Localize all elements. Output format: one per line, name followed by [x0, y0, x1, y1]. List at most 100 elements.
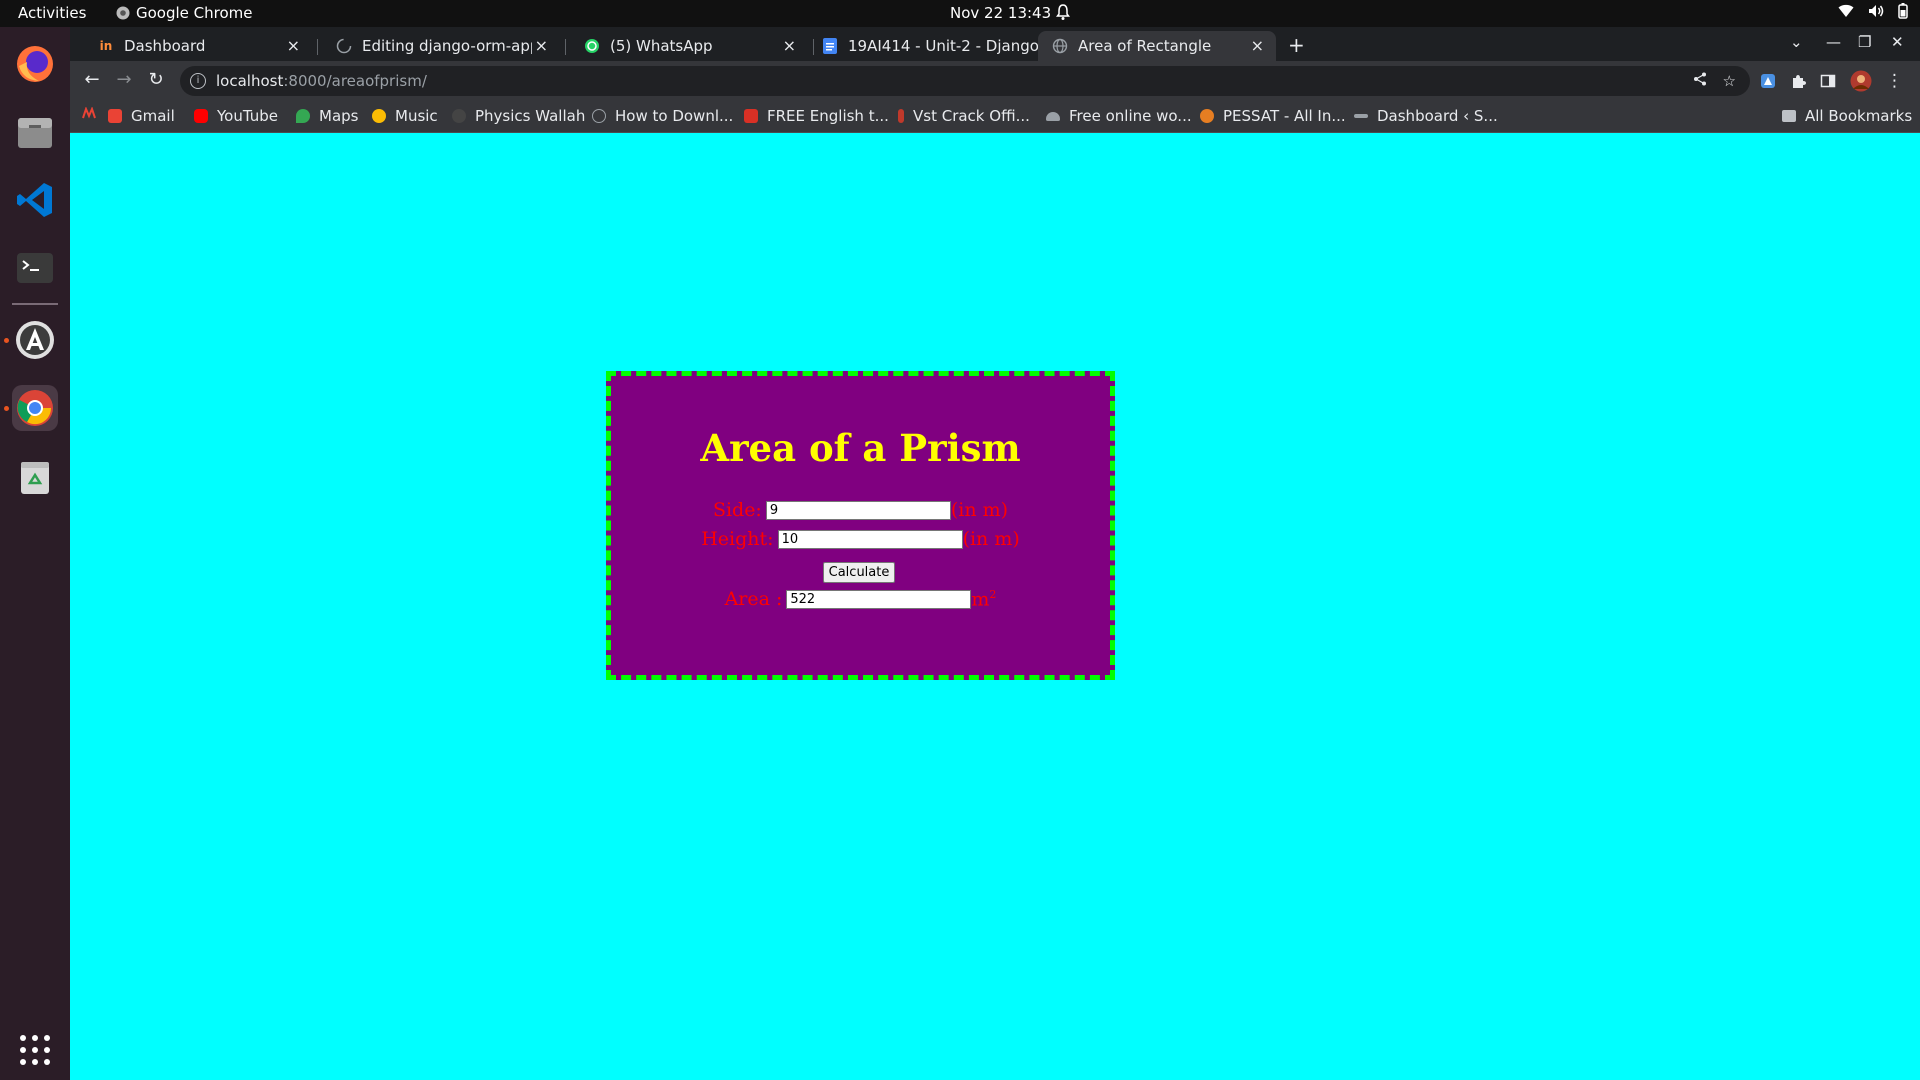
prism-calculator-card: Area of a Prism Side: (in m) Height: (in… [606, 371, 1115, 680]
tab-strip: in Dashboard × Editing django-orm-app/ ×… [70, 27, 1920, 61]
back-icon[interactable]: ← [80, 69, 104, 90]
system-tray[interactable] [1838, 3, 1908, 19]
close-tab-icon[interactable]: × [1251, 36, 1264, 55]
tab-github[interactable]: Editing django-orm-app/ × [322, 31, 560, 61]
activities-button[interactable]: Activities [18, 4, 86, 22]
tab-separator [317, 39, 318, 55]
bookmark-maps[interactable]: Maps [296, 107, 358, 125]
side-input[interactable] [765, 500, 951, 520]
bookmark-how-to-download[interactable]: How to Downl... [592, 107, 733, 125]
extensions-area: ⋮ [1760, 70, 1903, 92]
height-row: Height: (in m) [611, 528, 1110, 550]
files-icon[interactable] [12, 109, 58, 155]
music-icon [372, 109, 386, 123]
reload-icon[interactable]: ↻ [144, 69, 168, 90]
free-english-icon [744, 109, 758, 123]
tab-whatsapp[interactable]: (5) WhatsApp × [570, 31, 808, 61]
site-info-icon[interactable]: i [190, 73, 206, 89]
dashboard-favicon-icon: in [99, 39, 113, 53]
trash-icon[interactable] [12, 453, 58, 499]
calculate-button[interactable]: Calculate [823, 562, 895, 583]
bookmark-label: Dashboard ‹ S... [1377, 107, 1498, 125]
bookmark-apps-icon[interactable] [82, 107, 96, 119]
bookmark-label: Gmail [131, 107, 175, 125]
area-output[interactable] [786, 589, 972, 609]
new-tab-icon[interactable]: + [1288, 33, 1305, 57]
share-icon[interactable] [1693, 72, 1707, 90]
page-title: Area of a Prism [700, 426, 1021, 470]
notification-bell-icon[interactable] [1056, 3, 1070, 25]
bookmark-physics-wallah[interactable]: Physics Wallah [452, 107, 585, 125]
globe-icon [592, 109, 606, 123]
bookmark-gmail[interactable]: Gmail [108, 107, 175, 125]
globe-favicon-icon [1052, 38, 1068, 54]
show-apps-icon[interactable] [12, 1027, 58, 1073]
height-unit: (in m) [962, 528, 1020, 550]
whatsapp-favicon-icon [584, 38, 600, 54]
clock[interactable]: Nov 22 13:43 [950, 4, 1051, 22]
wifi-icon [1838, 4, 1854, 17]
extensions-puzzle-icon[interactable] [1790, 73, 1806, 89]
bookmark-pessat[interactable]: PESSAT - All In... [1200, 107, 1346, 125]
tab-title: Editing django-orm-app/ [362, 37, 532, 55]
area-unit-exponent: 2 [989, 588, 997, 601]
app-menu[interactable]: Google Chrome [116, 4, 253, 22]
browser-toolbar: ← → ↻ i localhost:8000/areaofprism/ ☆ ⋮ [70, 61, 1920, 101]
youtube-icon [194, 109, 208, 123]
bookmark-label: FREE English t... [767, 107, 889, 125]
restore-icon[interactable]: ❐ [1858, 33, 1871, 51]
tab-title: Area of Rectangle [1078, 37, 1212, 55]
height-input[interactable] [777, 529, 963, 549]
bookmark-label: YouTube [217, 107, 278, 125]
profile-avatar[interactable] [1850, 70, 1872, 92]
bookmark-vst-crack[interactable]: Vst Crack Offi... [898, 107, 1030, 125]
bookmark-star-icon[interactable]: ☆ [1723, 72, 1736, 90]
bookmark-label: How to Downl... [615, 107, 734, 125]
tab-dashboard[interactable]: in Dashboard × [84, 31, 312, 61]
software-updater-icon[interactable] [12, 317, 58, 363]
bookmark-label: Vst Crack Offi... [913, 107, 1030, 125]
area-unit: m2 [971, 588, 996, 610]
close-window-icon[interactable]: ✕ [1891, 33, 1904, 51]
maps-pin-icon [296, 109, 310, 123]
firefox-icon[interactable] [12, 41, 58, 87]
height-label: Height: [701, 528, 774, 550]
chrome-icon[interactable] [12, 385, 58, 431]
dashboard-icon [1354, 114, 1368, 118]
side-unit: (in m) [950, 499, 1009, 521]
close-tab-icon[interactable]: × [783, 36, 796, 55]
bookmark-free-english[interactable]: FREE English t... [744, 107, 889, 125]
bookmark-music[interactable]: Music [372, 107, 438, 125]
area-row: Area : m2 [611, 588, 1110, 610]
area-unit-base: m [971, 588, 990, 611]
bookmark-label: Music [395, 107, 438, 125]
close-tab-icon[interactable]: × [287, 36, 300, 55]
chrome-window: in Dashboard × Editing django-orm-app/ ×… [70, 27, 1920, 1080]
tab-area-of-rectangle[interactable]: Area of Rectangle × [1038, 31, 1276, 61]
tab-title: 19AI414 - Unit-2 - Django [848, 37, 1039, 55]
minimize-icon[interactable]: — [1826, 33, 1841, 51]
area-label: Area : [724, 588, 783, 611]
github-favicon-icon [336, 38, 352, 54]
bookmark-dashboard[interactable]: Dashboard ‹ S... [1354, 107, 1498, 125]
terminal-icon[interactable] [12, 245, 58, 291]
bookmark-youtube[interactable]: YouTube [194, 107, 278, 125]
tab-search-icon[interactable]: ⌄ [1790, 33, 1803, 51]
cloud-icon [1046, 111, 1060, 121]
forward-icon[interactable]: → [112, 69, 136, 90]
side-row: Side: (in m) [611, 499, 1110, 521]
bookmark-label: Free online wo... [1069, 107, 1192, 125]
volume-icon [1869, 5, 1884, 17]
address-bar[interactable]: i localhost:8000/areaofprism/ ☆ [180, 66, 1750, 96]
bookmark-label: Maps [319, 107, 359, 125]
close-tab-icon[interactable]: × [535, 36, 548, 55]
app-name: Google Chrome [136, 4, 253, 22]
side-panel-icon[interactable] [1820, 73, 1836, 89]
chrome-menu-icon[interactable]: ⋮ [1886, 71, 1903, 91]
bookmark-label: PESSAT - All In... [1223, 107, 1346, 125]
all-bookmarks[interactable]: All Bookmarks [1782, 107, 1912, 125]
chrome-small-icon [116, 6, 130, 20]
extension-icon[interactable] [1760, 73, 1776, 89]
bookmark-free-online[interactable]: Free online wo... [1046, 107, 1192, 125]
vscode-icon[interactable] [12, 177, 58, 223]
